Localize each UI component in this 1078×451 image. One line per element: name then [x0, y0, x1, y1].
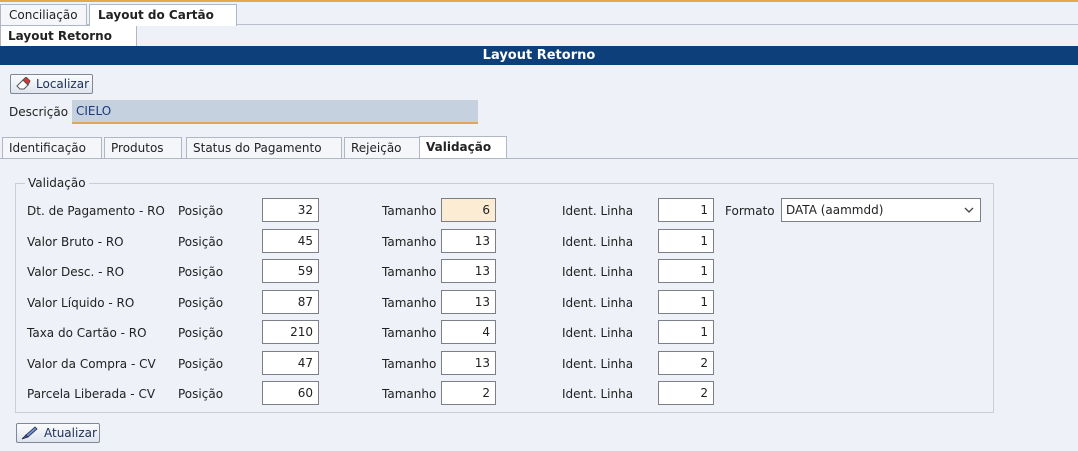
posicao-label: Posição [178, 204, 224, 218]
tamanho-label: Tamanho [382, 204, 437, 218]
tab-label: Layout do Cartão [98, 8, 214, 22]
row-label: Valor da Compra - CV [27, 357, 156, 371]
tamanho-input[interactable]: 6 [441, 198, 496, 222]
tab-label: Validação [426, 140, 492, 154]
tab-label: Conciliação [9, 8, 78, 22]
tamanho-label: Tamanho [382, 387, 437, 401]
tab-label: Layout Retorno [8, 29, 112, 43]
main-tab-strip: Conciliação Layout do Cartão [0, 2, 1078, 26]
inner-tab-strip: Identificação Produtos Status do Pagamen… [0, 134, 1078, 159]
tab-status-do-pagamento[interactable]: Status do Pagamento [186, 137, 342, 158]
validacao-group-title: Validação [25, 176, 89, 190]
posicao-label: Posição [178, 296, 224, 310]
row-label: Valor Bruto - RO [27, 235, 124, 249]
localizar-button[interactable]: Localizar [10, 74, 93, 94]
posicao-input[interactable]: 60 [262, 381, 319, 405]
descricao-label: Descrição [9, 105, 69, 119]
tamanho-input[interactable]: 13 [441, 351, 496, 375]
chevron-down-icon [964, 207, 974, 213]
posicao-input[interactable]: 210 [262, 320, 319, 344]
tab-layout-do-cartao[interactable]: Layout do Cartão [89, 4, 237, 26]
posicao-label: Posição [178, 265, 224, 279]
tab-label: Identificação [9, 141, 86, 155]
posicao-label: Posição [178, 326, 224, 340]
posicao-label: Posição [178, 235, 224, 249]
row-label: Dt. de Pagamento - RO [27, 204, 165, 218]
posicao-label: Posição [178, 387, 224, 401]
tamanho-input[interactable]: 4 [441, 320, 496, 344]
tamanho-label: Tamanho [382, 265, 437, 279]
tab-label: Produtos [111, 141, 164, 155]
ident-linha-label: Ident. Linha [562, 357, 634, 371]
formato-value: DATA (aammdd) [786, 203, 884, 217]
posicao-input[interactable]: 45 [262, 229, 319, 253]
posicao-input[interactable]: 59 [262, 259, 319, 283]
eraser-icon [16, 77, 31, 90]
formato-select[interactable]: DATA (aammdd) [781, 198, 981, 222]
ident-linha-input[interactable]: 2 [658, 351, 714, 375]
tamanho-input[interactable]: 2 [441, 381, 496, 405]
ident-linha-input[interactable]: 1 [658, 290, 714, 314]
ident-linha-label: Ident. Linha [562, 387, 634, 401]
banner-title: Layout Retorno [482, 48, 596, 63]
tab-identificacao[interactable]: Identificação [2, 137, 102, 158]
ident-linha-label: Ident. Linha [562, 265, 634, 279]
formato-label: Formato [725, 204, 775, 218]
row-label: Valor Desc. - RO [27, 265, 125, 279]
ident-linha-input[interactable]: 1 [658, 229, 714, 253]
ident-linha-input[interactable]: 2 [658, 381, 714, 405]
tab-rejeicao[interactable]: Rejeição [344, 137, 420, 158]
row-label: Taxa do Cartão - RO [27, 326, 147, 340]
row-label: Parcela Liberada - CV [27, 387, 156, 401]
posicao-input[interactable]: 87 [262, 290, 319, 314]
atualizar-button[interactable]: Atualizar [16, 423, 100, 443]
sub-tab-strip: Layout Retorno [0, 24, 1078, 46]
posicao-input[interactable]: 47 [262, 351, 319, 375]
ident-linha-input[interactable]: 1 [658, 320, 714, 344]
ident-linha-input[interactable]: 1 [658, 259, 714, 283]
tab-conciliacao[interactable]: Conciliação [0, 4, 87, 25]
descricao-field[interactable]: CIELO [72, 100, 478, 124]
ident-linha-label: Ident. Linha [562, 204, 634, 218]
tamanho-label: Tamanho [382, 326, 437, 340]
section-banner: Layout Retorno [0, 46, 1078, 65]
tamanho-input[interactable]: 13 [441, 290, 496, 314]
tamanho-label: Tamanho [382, 296, 437, 310]
ident-linha-label: Ident. Linha [562, 296, 634, 310]
tab-label: Rejeição [351, 141, 402, 155]
row-label: Valor Líquido - RO [27, 296, 135, 310]
tamanho-label: Tamanho [382, 357, 437, 371]
atualizar-label: Atualizar [44, 426, 97, 440]
tab-produtos[interactable]: Produtos [104, 137, 182, 158]
localizar-label: Localizar [36, 77, 90, 91]
brush-icon [21, 426, 38, 440]
ident-linha-label: Ident. Linha [562, 326, 634, 340]
ident-linha-label: Ident. Linha [562, 235, 634, 249]
tab-validacao[interactable]: Validação [419, 136, 507, 158]
posicao-input[interactable]: 32 [262, 198, 319, 222]
ident-linha-input[interactable]: 1 [658, 198, 714, 222]
tamanho-input[interactable]: 13 [441, 259, 496, 283]
tab-layout-retorno[interactable]: Layout Retorno [0, 25, 137, 46]
posicao-label: Posição [178, 357, 224, 371]
tamanho-label: Tamanho [382, 235, 437, 249]
tamanho-input[interactable]: 13 [441, 229, 496, 253]
tab-label: Status do Pagamento [193, 141, 322, 155]
